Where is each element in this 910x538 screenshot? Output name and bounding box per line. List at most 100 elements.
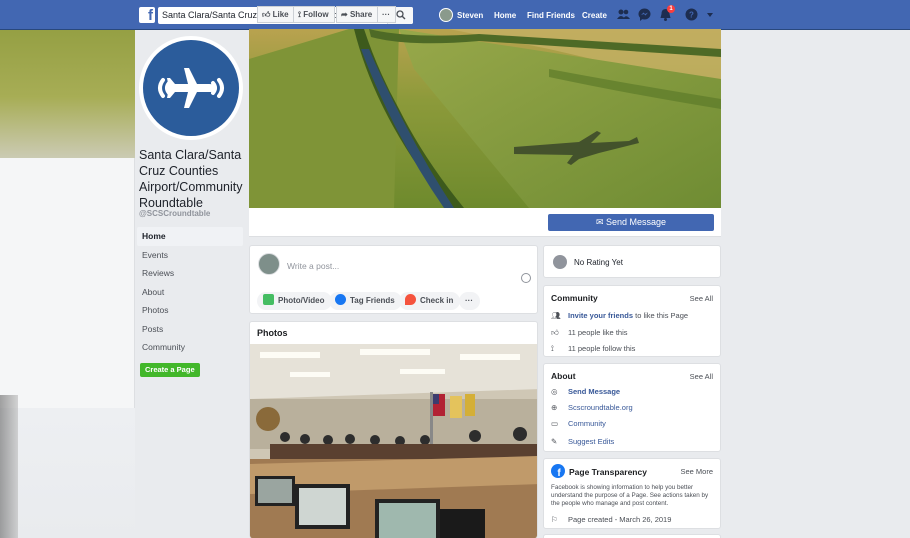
sidebar-item-reviews[interactable]: Reviews: [137, 264, 243, 283]
composer-avatar: [258, 253, 280, 275]
rss-follow-icon: ⟟: [551, 344, 554, 353]
suggest-edits-link[interactable]: Suggest Edits: [568, 437, 614, 446]
rating-card: No Rating Yet: [543, 245, 721, 278]
messenger-icon: ✉: [595, 217, 604, 227]
community-title[interactable]: Community: [551, 293, 598, 303]
share-button[interactable]: ➦ Share: [336, 6, 379, 23]
sidebar-item-community[interactable]: Community: [137, 338, 243, 357]
cover-photo[interactable]: [249, 29, 721, 208]
page-handle[interactable]: @SCSCroundtable: [139, 209, 210, 218]
check-in-button[interactable]: Check in: [399, 292, 461, 310]
about-category-row: ▭ Community: [551, 419, 606, 428]
category-link[interactable]: Community: [568, 419, 606, 428]
nav-create[interactable]: Create: [582, 11, 607, 20]
top-navigation-bar: f Santa Clara/Santa Cruz Counties Airpor…: [0, 0, 910, 30]
page-created-row: ⚐ Page created - March 26, 2019: [551, 515, 671, 524]
post-input[interactable]: Write a post...: [287, 261, 339, 271]
like-button[interactable]: 👍︎ Like: [257, 6, 295, 23]
send-message-button[interactable]: ✉ Send Message: [548, 214, 714, 231]
thumbs-up-icon: 👍︎: [551, 328, 559, 337]
transparency-title[interactable]: Page Transparency: [569, 467, 647, 477]
invite-text: to like this Page: [635, 311, 689, 320]
sidebar-item-posts[interactable]: Posts: [137, 320, 243, 339]
about-card: About See All ◎ Send Message ⊕ Scscround…: [543, 363, 721, 452]
sidebar-item-photos[interactable]: Photos: [137, 301, 243, 320]
messenger-icon[interactable]: [637, 7, 652, 22]
tag-friends-button[interactable]: Tag Friends: [329, 292, 402, 310]
background-window: [0, 158, 135, 408]
thumbs-up-icon: 👍︎: [262, 10, 271, 19]
facebook-circle-icon: f: [551, 464, 565, 478]
desktop-background: [0, 0, 135, 538]
about-website-row: ⊕ Scscroundtable.org: [551, 403, 633, 412]
photo-video-button[interactable]: Photo/Video: [257, 292, 332, 310]
composer-more-button[interactable]: ···: [459, 292, 480, 310]
page-created-text: Page created - March 26, 2019: [568, 515, 672, 524]
account-menu-caret-icon[interactable]: [705, 10, 715, 20]
cover-image: [249, 29, 721, 208]
tag-friends-icon: [335, 294, 346, 305]
background-shadow: [0, 395, 18, 538]
page-transparency-card: f Page Transparency See More Facebook is…: [543, 458, 721, 529]
about-message-row: ◎ Send Message: [551, 387, 620, 396]
more-actions-button[interactable]: ···: [377, 6, 396, 23]
likes-row: 👍︎ 11 people like this: [551, 328, 627, 337]
category-icon: ▭: [551, 419, 559, 428]
share-label: Share: [349, 10, 373, 19]
help-icon[interactable]: ?: [684, 7, 699, 22]
sidebar-item-about[interactable]: About: [137, 283, 243, 302]
notification-badge: 1: [667, 5, 675, 13]
globe-icon: ⊕: [551, 403, 558, 412]
sidebar-item-events[interactable]: Events: [137, 246, 243, 265]
friend-requests-icon[interactable]: [616, 7, 631, 22]
about-send-message-link[interactable]: Send Message: [568, 387, 620, 396]
meeting-photo: [250, 344, 537, 538]
pencil-icon: ✎: [551, 437, 558, 446]
tag-friends-label: Tag Friends: [350, 296, 395, 305]
airplane-logo-icon: [158, 68, 224, 108]
page-title[interactable]: Santa Clara/Santa Cruz Counties Airport/…: [139, 147, 243, 211]
follow-button[interactable]: ⟟ Follow: [293, 6, 335, 23]
invite-friends-link[interactable]: Invite your friends: [568, 311, 633, 320]
follows-count: 11 people follow this: [568, 344, 636, 353]
search-icon: [396, 10, 406, 20]
photo-icon: [263, 294, 274, 305]
user-avatar: [439, 8, 453, 22]
emoji-icon[interactable]: [521, 273, 531, 283]
nav-home[interactable]: Home: [494, 11, 516, 20]
about-title[interactable]: About: [551, 371, 576, 381]
about-see-all-link[interactable]: See All: [690, 372, 713, 381]
photo-video-label: Photo/Video: [278, 296, 325, 305]
next-card-peek: [543, 534, 721, 538]
page-profile-picture[interactable]: [139, 36, 243, 140]
photos-section: Photos: [249, 321, 538, 538]
follows-row: ⟟ 11 people follow this: [551, 344, 635, 353]
rating-icon: [553, 255, 567, 269]
share-arrow-icon: ➦: [341, 10, 348, 19]
svg-text:?: ?: [689, 11, 694, 20]
post-composer: Write a post... Photo/Video Tag Friends …: [249, 245, 538, 314]
create-page-button[interactable]: Create a Page: [140, 363, 200, 377]
photo-thumbnail[interactable]: [250, 344, 537, 538]
like-label: Like: [272, 10, 289, 19]
transparency-see-more-link[interactable]: See More: [680, 467, 713, 476]
sidebar-item-home[interactable]: Home: [137, 227, 243, 246]
rating-text: No Rating Yet: [574, 258, 623, 267]
follow-label: Follow: [303, 10, 329, 19]
community-card: Community See All 👥︎ Invite your friends…: [543, 285, 721, 357]
facebook-logo-icon[interactable]: f: [139, 7, 155, 23]
location-pin-icon: [405, 294, 416, 305]
community-see-all-link[interactable]: See All: [690, 294, 713, 303]
nav-find-friends[interactable]: Find Friends: [527, 11, 575, 20]
send-message-label: Send Message: [606, 217, 667, 227]
page-sidebar-nav: Home Events Reviews About Photos Posts C…: [137, 227, 243, 357]
profile-link[interactable]: [439, 8, 457, 22]
user-name[interactable]: Steven: [457, 11, 483, 20]
website-link[interactable]: Scscroundtable.org: [568, 403, 633, 412]
likes-count: 11 people like this: [568, 328, 628, 337]
invite-friends-icon: 👥︎: [551, 311, 561, 320]
suggest-edits-row: ✎ Suggest Edits: [551, 437, 614, 446]
flag-icon: ⚐: [551, 515, 558, 524]
photos-title[interactable]: Photos: [257, 328, 288, 338]
transparency-description: Facebook is showing information to help …: [551, 484, 709, 508]
